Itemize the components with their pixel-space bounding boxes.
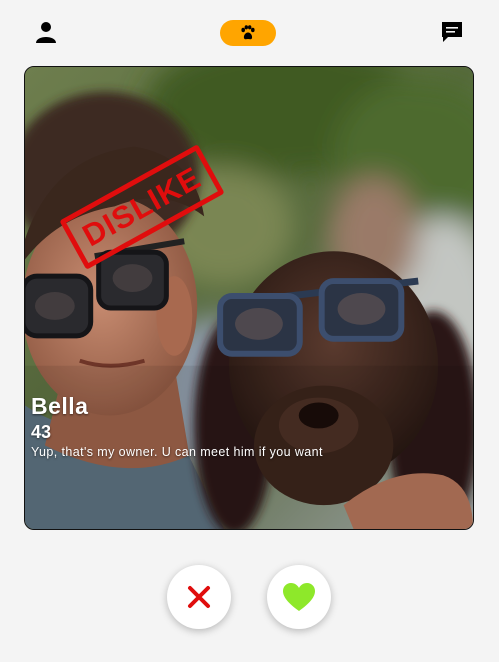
heart-icon (283, 583, 315, 611)
profile-name: Bella (31, 393, 89, 419)
close-icon (188, 586, 210, 608)
top-navigation (0, 0, 499, 66)
user-icon (36, 22, 56, 43)
chat-icon (442, 22, 462, 42)
profile-age: 43 (31, 422, 52, 442)
profile-info: Bella 43 Yup, that's my owner. U can mee… (31, 393, 461, 460)
profile-bio: Yup, that's my owner. U can meet him if … (31, 445, 323, 459)
dislike-button[interactable] (167, 565, 231, 629)
like-button[interactable] (267, 565, 331, 629)
profile-button[interactable] (34, 20, 58, 44)
paw-icon (241, 25, 255, 40)
home-paw-button[interactable] (220, 20, 276, 46)
profile-card[interactable]: DISLIKE Bella 43 Yup, that's my owner. U… (24, 66, 474, 530)
chat-button[interactable] (440, 20, 464, 44)
